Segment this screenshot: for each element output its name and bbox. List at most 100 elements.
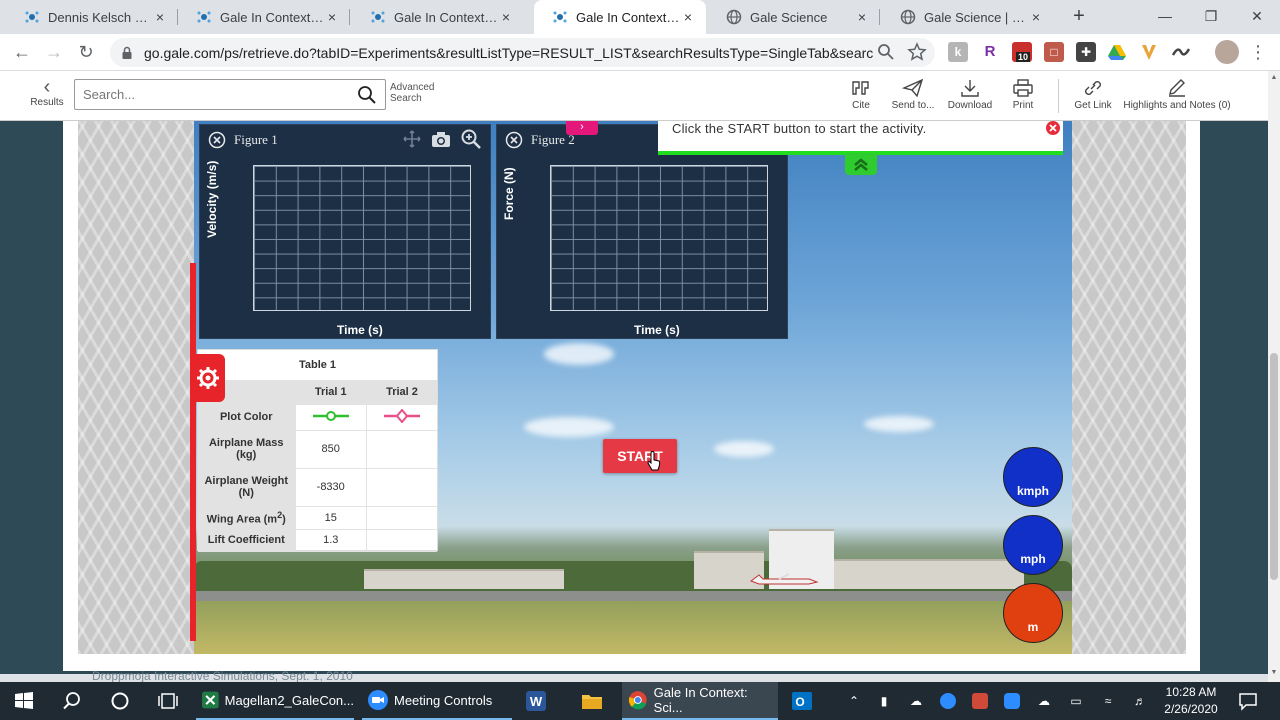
search-icon[interactable] xyxy=(60,689,84,713)
browser-tab-3[interactable]: Gale In Context: Scie × xyxy=(352,0,524,34)
battery-icon[interactable]: ▭ xyxy=(1068,693,1084,709)
get-link-button[interactable]: Get Link xyxy=(1072,78,1114,111)
table-cell xyxy=(365,506,437,530)
advanced-search-label-line2: Search xyxy=(390,93,422,104)
usb-device-icon[interactable]: ▮ xyxy=(876,693,892,709)
start-button[interactable]: START xyxy=(603,439,677,473)
print-button[interactable]: Print xyxy=(1008,78,1038,111)
extension-k-icon[interactable]: k xyxy=(948,42,968,62)
forward-arrow-icon[interactable]: → xyxy=(42,41,66,65)
tab-close-icon[interactable]: × xyxy=(498,9,514,25)
unit-m-button[interactable]: m xyxy=(1003,583,1063,643)
taskbar-excel[interactable]: Magellan2_GaleCon... xyxy=(196,682,354,720)
zoom-search-icon[interactable] xyxy=(876,42,896,62)
outlook-icon[interactable]: O xyxy=(790,689,814,713)
browser-tab-6[interactable]: Gale Science | React × xyxy=(882,0,1054,34)
meeting-tray-icon[interactable] xyxy=(940,693,956,709)
chrome-menu-icon[interactable]: ⋮ xyxy=(1246,41,1270,65)
user-avatar[interactable] xyxy=(1215,40,1239,64)
close-window-icon[interactable]: ✕ xyxy=(1234,0,1280,34)
camera-icon[interactable] xyxy=(430,129,452,149)
move-icon[interactable] xyxy=(402,129,422,149)
page-scrollbar[interactable]: ▲ ▼ xyxy=(1268,71,1280,682)
tab-close-icon[interactable]: × xyxy=(1028,9,1044,25)
unit-kmph-button[interactable]: kmph xyxy=(1003,447,1063,507)
scroll-down-icon[interactable]: ▼ xyxy=(1270,669,1278,676)
word-icon[interactable]: W xyxy=(524,689,548,713)
windows-start-icon[interactable] xyxy=(12,689,36,713)
tab-close-icon[interactable]: × xyxy=(152,9,168,25)
address-bar[interactable]: go.gale.com/ps/retrieve.do?tabID=Experim… xyxy=(110,38,935,67)
highlights-notes-button[interactable]: Highlights and Notes (0) xyxy=(1122,78,1232,111)
restore-icon[interactable]: ❐ xyxy=(1188,0,1234,34)
table-grid: Trial 1 Trial 2 Plot Color Airplane Mass… xyxy=(198,380,437,552)
zoom-in-icon[interactable] xyxy=(460,129,482,149)
close-circle-icon[interactable] xyxy=(208,131,226,149)
figure-2-x-axis-label: Time (s) xyxy=(634,323,680,337)
tab-close-icon[interactable]: × xyxy=(324,9,340,25)
results-back-button[interactable]: ‹ Results xyxy=(28,77,66,108)
extension-link-icon[interactable] xyxy=(1171,42,1191,62)
unit-label: m xyxy=(1027,620,1039,634)
search-icon[interactable] xyxy=(357,85,377,105)
tab-close-icon[interactable]: × xyxy=(854,9,870,25)
taskbar-chrome[interactable]: Gale In Context: Sci... xyxy=(622,682,778,720)
search-box[interactable] xyxy=(74,79,386,110)
gale-favicon-icon xyxy=(553,11,567,23)
google-drive-icon[interactable] xyxy=(1107,42,1127,62)
extension-calendar-icon[interactable]: 10 xyxy=(1012,42,1032,62)
cite-button[interactable]: Cite xyxy=(844,78,878,111)
task-view-icon[interactable] xyxy=(156,689,180,713)
minimize-icon[interactable]: — xyxy=(1142,0,1188,34)
settings-tab[interactable] xyxy=(193,354,225,402)
results-label: Results xyxy=(30,97,64,108)
cortana-icon[interactable] xyxy=(108,689,132,713)
wifi-icon[interactable]: ≈ xyxy=(1100,693,1116,709)
citation-footer: Droppmoja Interactive Simulations, Sept.… xyxy=(92,669,353,683)
extension-pdf-icon[interactable]: □ xyxy=(1044,42,1064,62)
unit-label: kmph xyxy=(1016,484,1049,498)
browser-tab-5[interactable]: Gale Science × xyxy=(708,0,880,34)
taskbar-zoom-meeting[interactable]: Meeting Controls xyxy=(362,682,512,720)
browser-tab-1[interactable]: Dennis Kelsch - Gale × xyxy=(6,0,178,34)
chevron-up-icon[interactable] xyxy=(845,153,877,175)
file-explorer-icon[interactable] xyxy=(580,689,604,713)
terminal-building xyxy=(834,559,1024,589)
notification-center-icon[interactable] xyxy=(1238,691,1258,711)
volume-icon[interactable]: ♬ xyxy=(1132,693,1148,709)
download-button[interactable]: Download xyxy=(944,78,996,111)
extension-puzzle-icon[interactable]: ✚ xyxy=(1076,42,1096,62)
send-to-button[interactable]: Send to... xyxy=(890,78,936,111)
pink-dropdown-tab[interactable]: › xyxy=(566,121,598,135)
back-arrow-icon[interactable]: ← xyxy=(10,41,34,65)
chevron-left-icon: ‹ xyxy=(43,76,51,98)
presentation-tray-icon[interactable] xyxy=(972,693,988,709)
scroll-up-icon[interactable]: ▲ xyxy=(1270,74,1278,81)
advanced-search-link[interactable]: Advanced Search xyxy=(390,82,434,104)
download-label: Download xyxy=(947,100,993,111)
globe-icon xyxy=(900,9,916,25)
zoom-tray-icon[interactable] xyxy=(1004,693,1020,709)
system-clock[interactable]: 10:28 AM 2/26/2020 xyxy=(1155,684,1227,718)
search-input[interactable] xyxy=(83,87,343,102)
browser-tab-4-active[interactable]: Gale In Context: Scie × xyxy=(534,0,706,34)
show-hidden-icons-chevron-icon[interactable]: ⌃ xyxy=(846,693,862,709)
taskbar-app-label: Magellan2_GaleCon... xyxy=(224,692,354,708)
reload-icon[interactable]: ↻ xyxy=(74,41,98,65)
tab-close-icon[interactable]: × xyxy=(680,9,696,25)
scroll-thumb[interactable] xyxy=(1270,353,1278,580)
send-to-label: Send to... xyxy=(891,100,935,111)
close-circle-icon[interactable] xyxy=(1045,120,1061,136)
onedrive-cloud-icon[interactable]: ☁ xyxy=(908,693,924,709)
highlights-label: Highlights and Notes (0) xyxy=(1123,100,1231,111)
tab-title: Gale In Context: Scie xyxy=(394,9,498,25)
extension-r-icon[interactable]: R xyxy=(980,42,1000,62)
new-tab-button[interactable]: + xyxy=(1068,6,1090,28)
close-circle-icon[interactable] xyxy=(505,131,523,149)
column-header: Trial 1 xyxy=(294,380,367,405)
cloud-sync-icon[interactable]: ☁ xyxy=(1036,693,1052,709)
extension-v-icon[interactable] xyxy=(1139,42,1159,62)
unit-mph-button[interactable]: mph xyxy=(1003,515,1063,575)
browser-tab-2[interactable]: Gale In Context: Scie × xyxy=(178,0,350,34)
bookmark-star-icon[interactable] xyxy=(907,42,927,62)
